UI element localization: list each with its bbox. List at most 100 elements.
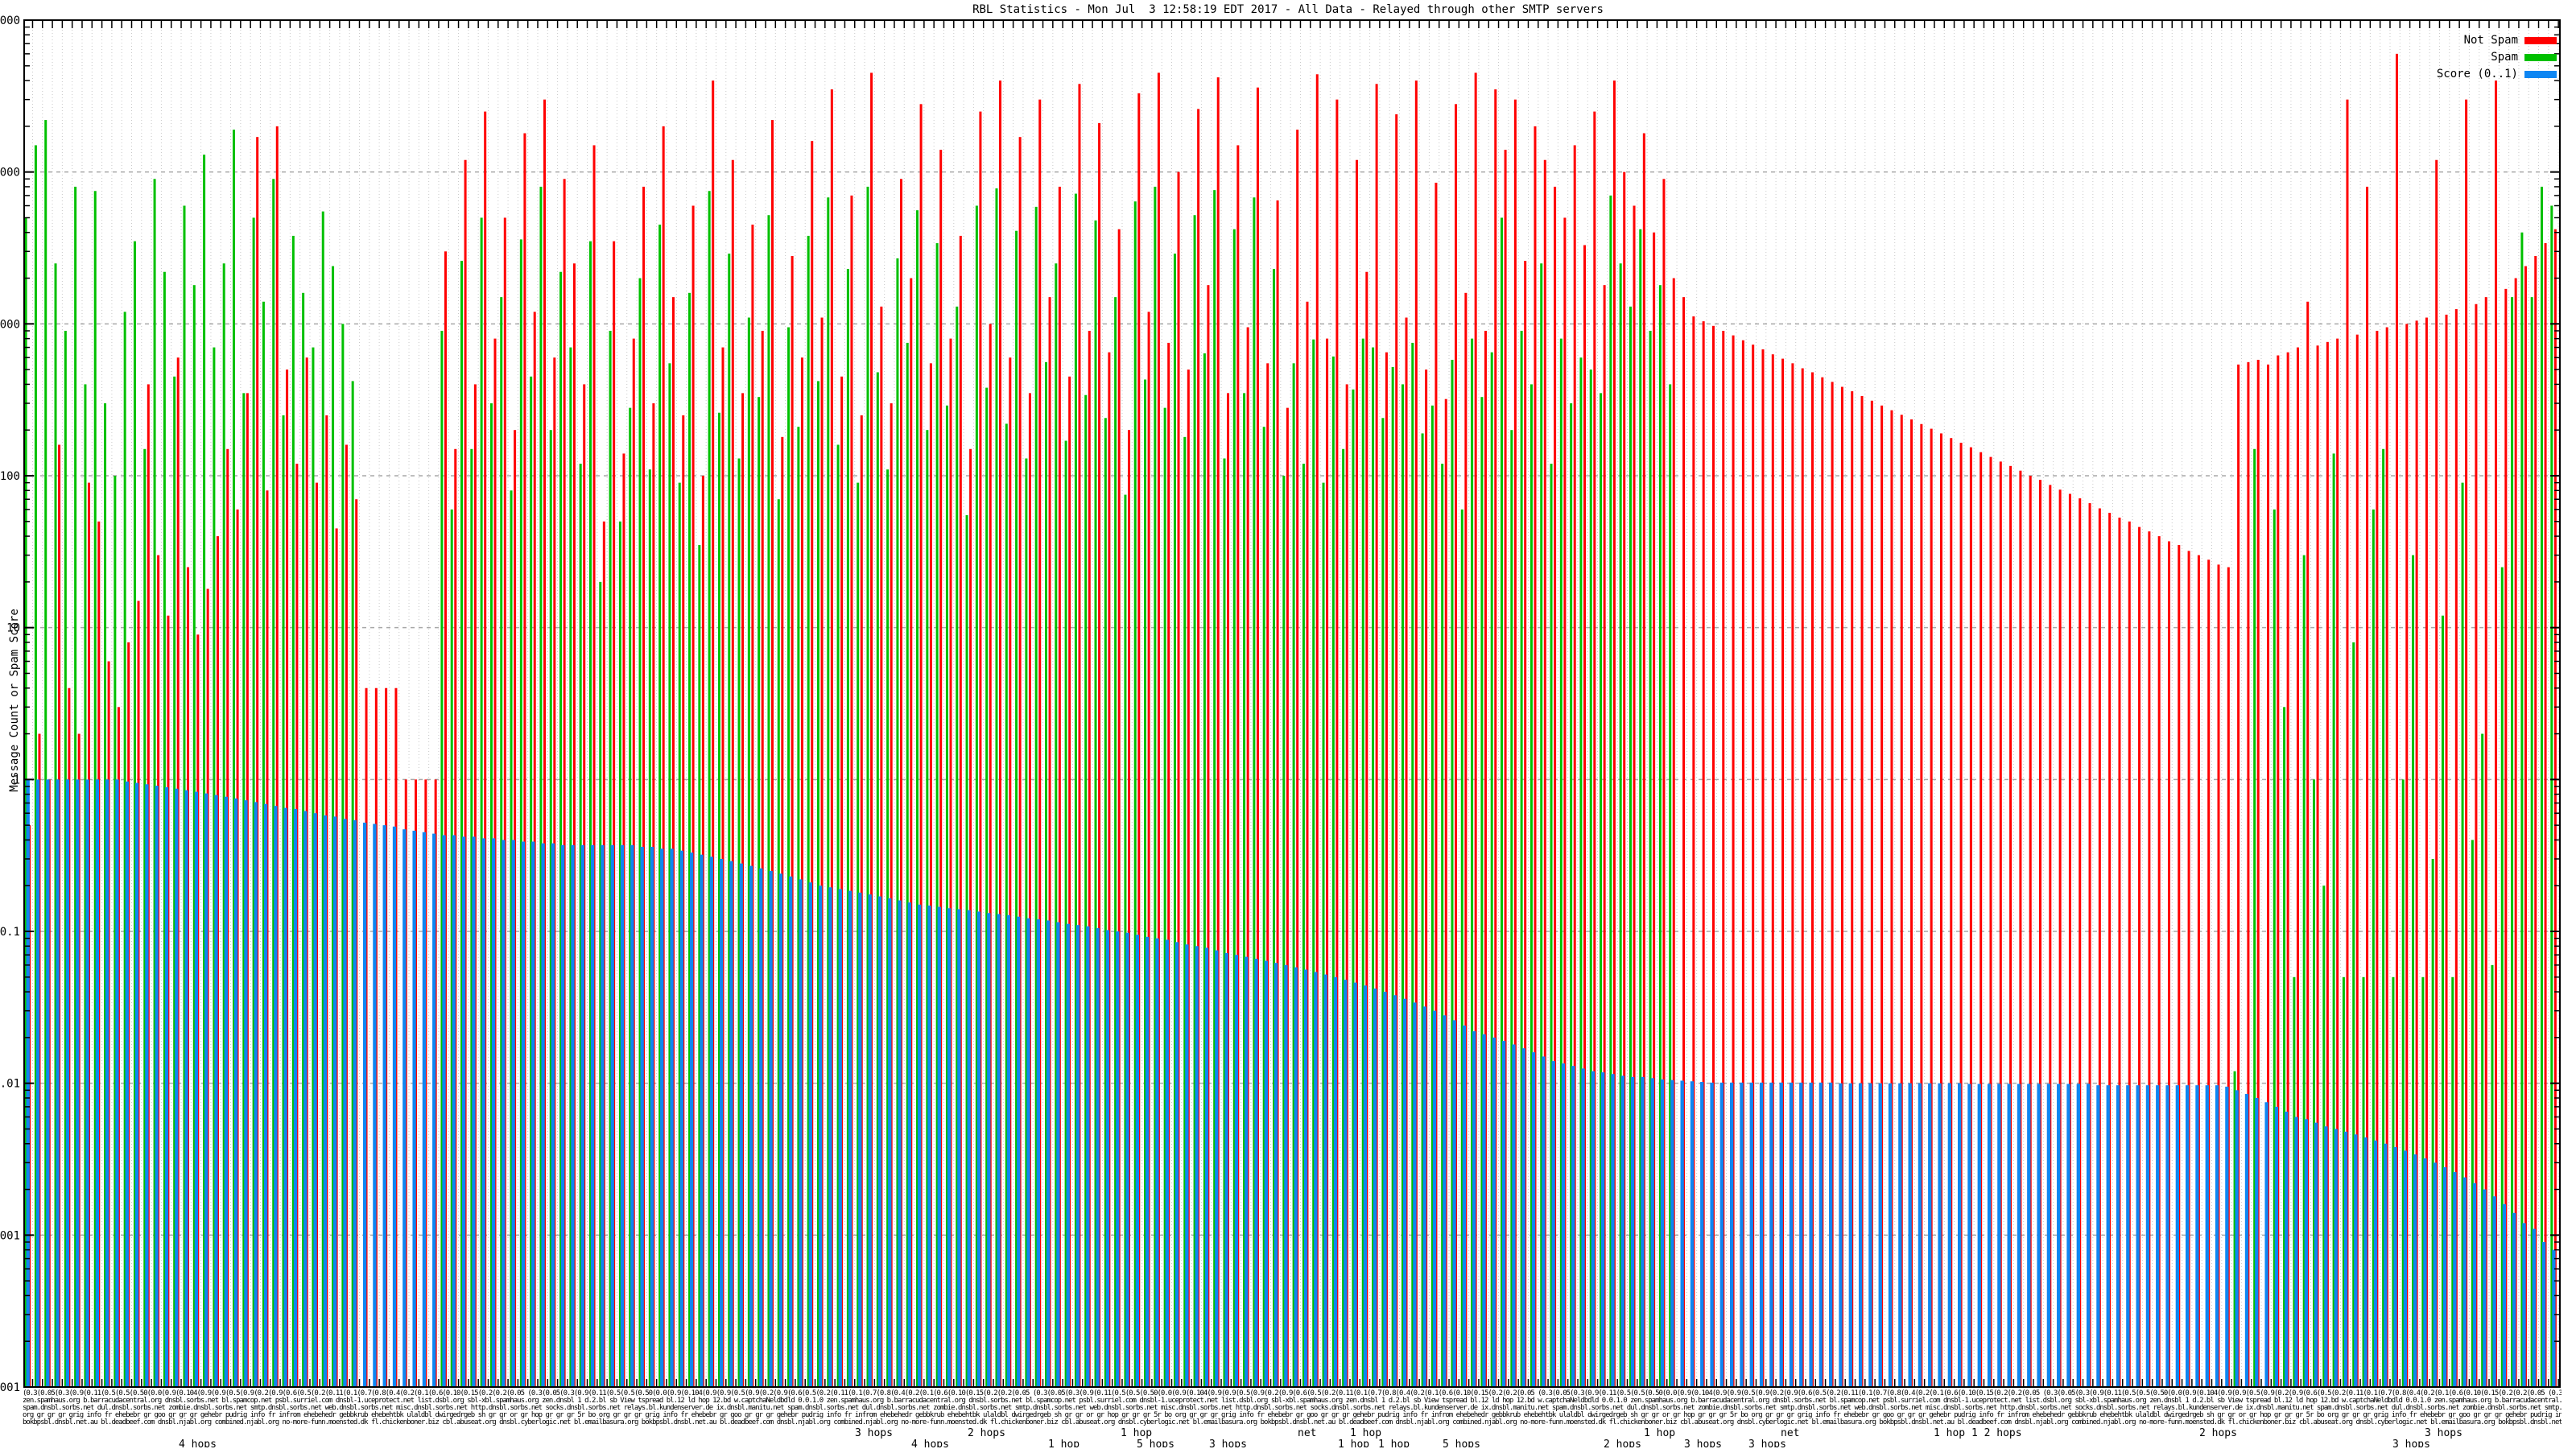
x-label-hops: 3 hops	[1209, 1439, 1247, 1447]
bar-score-0-1	[95, 779, 100, 1387]
bar-spam	[2520, 232, 2524, 1388]
y-tick-label: 0.0001	[0, 1381, 20, 1394]
bar-score-0-1	[1799, 1082, 1803, 1387]
x-label-hops: 1 hop	[1378, 1439, 1410, 1447]
x-label-hops: 1 hop	[1121, 1427, 1153, 1439]
bar-score-0-1	[1977, 1084, 1981, 1387]
bar-score-0-1	[2324, 1126, 2328, 1387]
bar-score-0-1	[2116, 1085, 2120, 1387]
bar-score-0-1	[957, 909, 961, 1387]
bar-score-0-1	[877, 896, 882, 1387]
bar-score-0-1	[551, 843, 555, 1387]
bar-score-0-1	[382, 825, 386, 1387]
bar-score-0-1	[590, 844, 595, 1387]
x-label-hops: 2 hops	[968, 1427, 1005, 1439]
bar-not-spam	[2524, 266, 2527, 1388]
bar-score-0-1	[2264, 1102, 2268, 1387]
bar-score-0-1	[729, 861, 733, 1387]
bar-score-0-1	[125, 781, 129, 1387]
bar-score-0-1	[1542, 1056, 1546, 1387]
bar-score-0-1	[2136, 1085, 2140, 1387]
bar-score-0-1	[1531, 1052, 1536, 1387]
bar-score-0-1	[2285, 1111, 2289, 1387]
bar-score-0-1	[76, 779, 80, 1387]
bar-score-0-1	[848, 890, 852, 1387]
chart-title: RBL Statistics - Mon Jul 3 12:58:19 EDT …	[972, 3, 1604, 16]
bar-score-0-1	[1146, 936, 1150, 1387]
bar-score-0-1	[1690, 1081, 1695, 1387]
bar-score-0-1	[442, 835, 446, 1387]
bar-score-0-1	[461, 836, 466, 1387]
bar-score-0-1	[858, 892, 862, 1387]
y-tick-label: 1000	[0, 318, 20, 331]
bar-score-0-1	[1601, 1072, 1605, 1387]
x-label-hops: 1 hop 1 2 hops	[1934, 1427, 2022, 1439]
bar-score-0-1	[2007, 1084, 2011, 1387]
bar-score-0-1	[353, 819, 357, 1387]
bar-score-0-1	[1125, 932, 1129, 1387]
bar-score-0-1	[85, 779, 89, 1387]
bar-score-0-1	[134, 782, 139, 1387]
bar-score-0-1	[640, 847, 644, 1387]
bar-score-0-1	[2403, 1150, 2408, 1387]
bar-not-spam	[2495, 80, 2498, 1388]
bar-score-0-1	[145, 784, 149, 1387]
bar-score-0-1	[1789, 1082, 1794, 1387]
bar-score-0-1	[392, 826, 397, 1387]
bar-score-0-1	[1294, 967, 1298, 1387]
bar-score-0-1	[2294, 1117, 2298, 1387]
bar-score-0-1	[1432, 1010, 1437, 1387]
bar-score-0-1	[184, 790, 188, 1387]
y-tick-label: 10000	[0, 167, 20, 180]
bar-score-0-1	[1046, 920, 1051, 1387]
bar-score-0-1	[303, 811, 308, 1387]
bar-score-0-1	[481, 838, 485, 1387]
bar-score-0-1	[2096, 1085, 2100, 1387]
bar-score-0-1	[1096, 928, 1100, 1387]
bar-score-0-1	[2472, 1183, 2477, 1387]
bar-score-0-1	[1829, 1082, 1833, 1387]
y-tick-label: 0.01	[0, 1078, 20, 1091]
bar-score-0-1	[56, 779, 60, 1387]
bar-score-0-1	[1660, 1079, 1665, 1387]
bar-score-0-1	[1512, 1044, 1516, 1387]
bar-score-0-1	[2393, 1146, 2397, 1387]
bar-score-0-1	[1987, 1084, 1992, 1387]
bar-score-0-1	[254, 802, 258, 1387]
bar-score-0-1	[1254, 959, 1258, 1387]
bar-score-0-1	[2046, 1084, 2051, 1387]
bar-score-0-1	[1938, 1083, 1942, 1387]
bar-score-0-1	[1333, 976, 1338, 1387]
bar-score-0-1	[194, 791, 199, 1387]
bar-score-0-1	[2314, 1122, 2318, 1387]
bar-score-0-1	[333, 816, 337, 1387]
bar-score-0-1	[1383, 992, 1387, 1387]
bar-score-0-1	[2255, 1097, 2259, 1387]
bar-score-0-1	[531, 841, 535, 1387]
x-label-hops: 3 hops	[1684, 1439, 1722, 1447]
y-axis-label: Message Count or Spam Score	[8, 609, 21, 792]
chart-svg: 1000001000010001001010.10.010.0010.0001N…	[0, 14, 2561, 1394]
legend-label: Not Spam	[2464, 34, 2518, 47]
bar-score-0-1	[1908, 1083, 1912, 1387]
bar-score-0-1	[432, 833, 436, 1387]
bar-score-0-1	[422, 832, 427, 1387]
bar-score-0-1	[1898, 1083, 1902, 1387]
bar-score-0-1	[1967, 1084, 1971, 1387]
bar-score-0-1	[1928, 1083, 1932, 1387]
bar-score-0-1	[224, 796, 228, 1387]
bar-score-0-1	[1650, 1078, 1654, 1387]
bar-score-0-1	[1749, 1082, 1753, 1387]
x-axis-labels: (0.3(0.05(0.3(0.9(0.11(0.5(0.5(0.50(0.0(…	[23, 1389, 2562, 1448]
bar-score-0-1	[888, 898, 892, 1387]
bar-score-0-1	[976, 911, 981, 1387]
bar-score-0-1	[1947, 1083, 1951, 1387]
bar-score-0-1	[1204, 947, 1209, 1387]
bar-score-0-1	[1571, 1066, 1575, 1387]
bar-score-0-1	[1353, 982, 1357, 1387]
bar-score-0-1	[759, 868, 763, 1387]
bar-score-0-1	[2165, 1085, 2169, 1387]
bar-score-0-1	[1452, 1020, 1456, 1387]
bar-score-0-1	[323, 815, 328, 1387]
bar-score-0-1	[620, 844, 625, 1387]
